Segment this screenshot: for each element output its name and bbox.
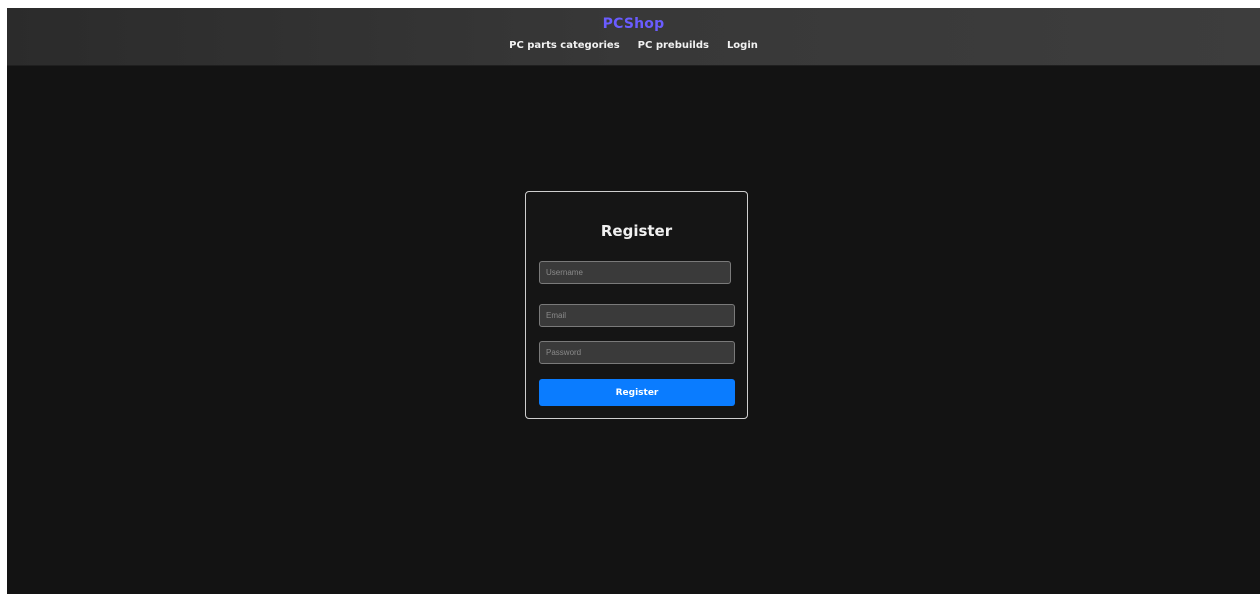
nav-link-pc-prebuilds[interactable]: PC prebuilds [638, 40, 709, 51]
register-form-card: Register Register [525, 191, 748, 419]
password-input[interactable] [539, 341, 735, 364]
email-input[interactable] [539, 304, 735, 327]
register-form-title: Register [600, 222, 673, 240]
nav-link-pc-parts-categories[interactable]: PC parts categories [509, 40, 620, 51]
brand-logo-link[interactable]: PCShop [7, 16, 1260, 32]
username-input[interactable] [539, 261, 731, 284]
site-header: PCShop PC parts categories PC prebuilds … [7, 8, 1260, 66]
page-viewport: PCShop PC parts categories PC prebuilds … [7, 8, 1260, 594]
main-nav: PC parts categories PC prebuilds Login [7, 40, 1260, 51]
nav-link-login[interactable]: Login [727, 40, 758, 51]
register-button[interactable]: Register [539, 379, 735, 406]
